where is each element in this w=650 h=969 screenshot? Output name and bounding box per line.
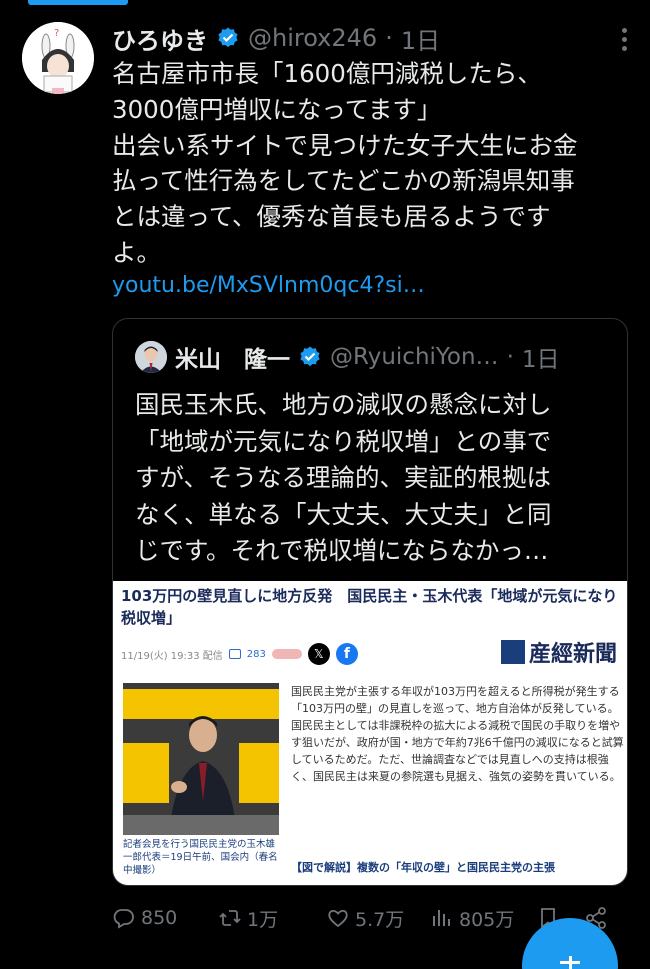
view-count: 805万 bbox=[459, 908, 515, 931]
quote-header: 米山 隆一 @RyuichiYon… · 1日 bbox=[135, 339, 607, 375]
reply-button[interactable]: 850 bbox=[112, 906, 218, 930]
article-photo bbox=[123, 683, 279, 835]
photo-caption: 記者会見を行う国民民主党の玉木雄一郎代表＝19日午前、国会内（春名中撮影） bbox=[123, 839, 278, 876]
x-share-icon: 𝕏 bbox=[307, 643, 330, 665]
tab-indicator bbox=[28, 0, 128, 5]
separator-dot: · bbox=[506, 344, 514, 370]
quote-author-avatar[interactable] bbox=[135, 341, 167, 373]
article-body: 国民民主党が主張する年収が103万円を超えると所得税が発生する「103万円の壁」… bbox=[291, 685, 624, 783]
article-screenshot[interactable]: 103万円の壁見直しに地方反発 国民民主・玉木代表「地域が元気になり税収増」 1… bbox=[113, 581, 627, 885]
quote-body: 国民玉木氏、地方の減収の懸念に対し 「地域が元気になり税収増」との事で すが、そ… bbox=[135, 387, 615, 570]
tweet-line: 3000億円増収になってます」 bbox=[112, 94, 442, 124]
more-options-icon[interactable] bbox=[620, 28, 628, 52]
quote-line: じです。それで税収増にならなかっ… bbox=[135, 536, 549, 565]
article-title: 103万円の壁見直しに地方反発 国民民主・玉木代表「地域が元気になり税収増」 bbox=[121, 587, 618, 627]
publisher-name: 産經新聞 bbox=[528, 641, 617, 667]
author-avatar[interactable]: ? bbox=[22, 22, 94, 94]
publisher-logo: 産經新聞 bbox=[500, 637, 617, 667]
plus-icon bbox=[560, 956, 580, 969]
retweet-button[interactable]: 1万 bbox=[218, 905, 326, 932]
author-name[interactable]: ひろゆき bbox=[112, 21, 208, 56]
quote-time[interactable]: 1日 bbox=[522, 340, 560, 374]
views-button[interactable]: 805万 bbox=[430, 905, 536, 932]
quote-line: 「地域が元気になり税収増」との事で bbox=[135, 426, 552, 456]
quote-author-handle[interactable]: @RyuichiYon… bbox=[330, 344, 499, 370]
tweet-line: 出会い系サイトで見つけた女子大生にお金 bbox=[112, 130, 578, 160]
quote-line: なく、単なる「大丈夫、大丈夫」と同 bbox=[135, 499, 552, 529]
verified-badge-icon bbox=[218, 27, 238, 48]
tweet-line: 払って性行為をしてたどこかの新潟県知事 bbox=[112, 166, 575, 196]
retweet-icon bbox=[219, 910, 241, 926]
like-count: 5.7万 bbox=[355, 908, 405, 931]
related-link[interactable]: 【図で解説】複数の「年収の壁」と国民民主党の主張 bbox=[291, 859, 555, 875]
reply-icon bbox=[113, 909, 134, 929]
quote-author-name[interactable]: 米山 隆一 bbox=[175, 340, 290, 374]
author-handle[interactable]: @hirox246 bbox=[248, 24, 377, 52]
heart-icon bbox=[328, 909, 348, 928]
quoted-tweet[interactable]: 米山 隆一 @RyuichiYon… · 1日 国民玉木氏、地方の減収の懸念に対… bbox=[112, 318, 628, 886]
views-icon bbox=[433, 910, 450, 926]
tweet-body: 名古屋市市長「1600億円減税したら、 3000億円増収になってます」 出会い系… bbox=[112, 56, 632, 271]
article-date: 11/19(火) 19:33 配信 bbox=[121, 650, 223, 662]
publisher-badge-icon bbox=[500, 640, 525, 664]
retweet-count: 1万 bbox=[247, 908, 279, 931]
tweet-line: よ。 bbox=[112, 237, 161, 267]
comment-icon bbox=[228, 649, 241, 659]
reaction-icons bbox=[271, 649, 302, 659]
quote-line: 国民玉木氏、地方の減収の懸念に対し bbox=[135, 390, 552, 419]
separator-dot: · bbox=[385, 24, 393, 52]
facebook-share-icon: f bbox=[335, 643, 358, 665]
like-button[interactable]: 5.7万 bbox=[326, 905, 430, 932]
tweet-time[interactable]: 1日 bbox=[401, 21, 440, 56]
tweet-line: 名古屋市市長「1600億円減税したら、 bbox=[112, 59, 542, 88]
reply-count: 850 bbox=[141, 907, 178, 929]
tweet-line: とは違って、優秀な首長も居るようです bbox=[112, 202, 551, 232]
verified-badge-icon bbox=[300, 346, 320, 367]
svg-text:?: ? bbox=[54, 28, 59, 39]
article-meta: 11/19(火) 19:33 配信 283 𝕏 f bbox=[121, 643, 358, 665]
article-comment-count: 283 bbox=[246, 648, 266, 660]
tweet-link[interactable]: youtu.be/MxSVlnm0qc4?si… bbox=[112, 273, 425, 298]
quote-line: すが、そうなる理論的、実証的根拠は bbox=[135, 463, 552, 492]
tweet-header: ひろゆき @hirox246 · 1日 bbox=[112, 18, 630, 58]
